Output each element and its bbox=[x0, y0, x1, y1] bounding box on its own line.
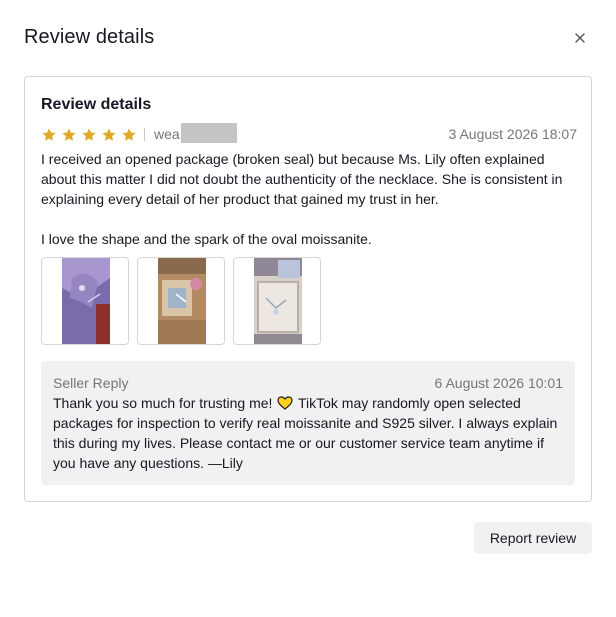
review-paragraph: I received an opened package (broken sea… bbox=[41, 151, 563, 207]
yellow-heart-icon bbox=[277, 396, 293, 410]
divider bbox=[144, 128, 145, 141]
star-icon bbox=[102, 128, 116, 141]
photo-thumbnail bbox=[158, 258, 206, 344]
seller-reply-timestamp: 6 August 2026 10:01 bbox=[434, 375, 563, 391]
star-icon bbox=[82, 128, 96, 141]
review-card: Review details wea 3 August 2026 18:07 I… bbox=[24, 76, 592, 502]
review-body: I received an opened package (broken sea… bbox=[41, 149, 581, 249]
star-rating bbox=[41, 127, 137, 143]
review-details-dialog: Review details Review details wea 3 Augu… bbox=[0, 0, 616, 617]
reviewer-username: wea bbox=[154, 126, 180, 142]
review-meta: wea 3 August 2026 18:07 bbox=[41, 123, 577, 145]
star-icon bbox=[62, 128, 76, 141]
review-image-2[interactable] bbox=[137, 257, 225, 345]
review-image-1[interactable] bbox=[41, 257, 129, 345]
review-timestamp: 3 August 2026 18:07 bbox=[448, 126, 577, 142]
star-icon bbox=[42, 128, 56, 141]
report-review-button[interactable]: Report review bbox=[474, 522, 592, 554]
review-image-3[interactable] bbox=[233, 257, 321, 345]
redacted-username bbox=[181, 123, 237, 143]
photo-thumbnail bbox=[254, 258, 302, 344]
seller-reply-text: Thank you so much for trusting me! TikTo… bbox=[53, 393, 563, 473]
star-icon bbox=[122, 128, 136, 141]
seller-reply-label: Seller Reply bbox=[53, 375, 129, 391]
photo-thumbnail bbox=[62, 258, 110, 344]
seller-reply-text-part: Thank you so much for trusting me! bbox=[53, 395, 277, 411]
seller-reply: Seller Reply 6 August 2026 10:01 Thank y… bbox=[41, 361, 575, 485]
dialog-title: Review details bbox=[24, 26, 155, 48]
review-images bbox=[41, 257, 321, 345]
review-paragraph: I love the shape and the spark of the ov… bbox=[41, 231, 372, 247]
review-section-title: Review details bbox=[41, 96, 152, 113]
close-icon[interactable] bbox=[570, 28, 590, 48]
